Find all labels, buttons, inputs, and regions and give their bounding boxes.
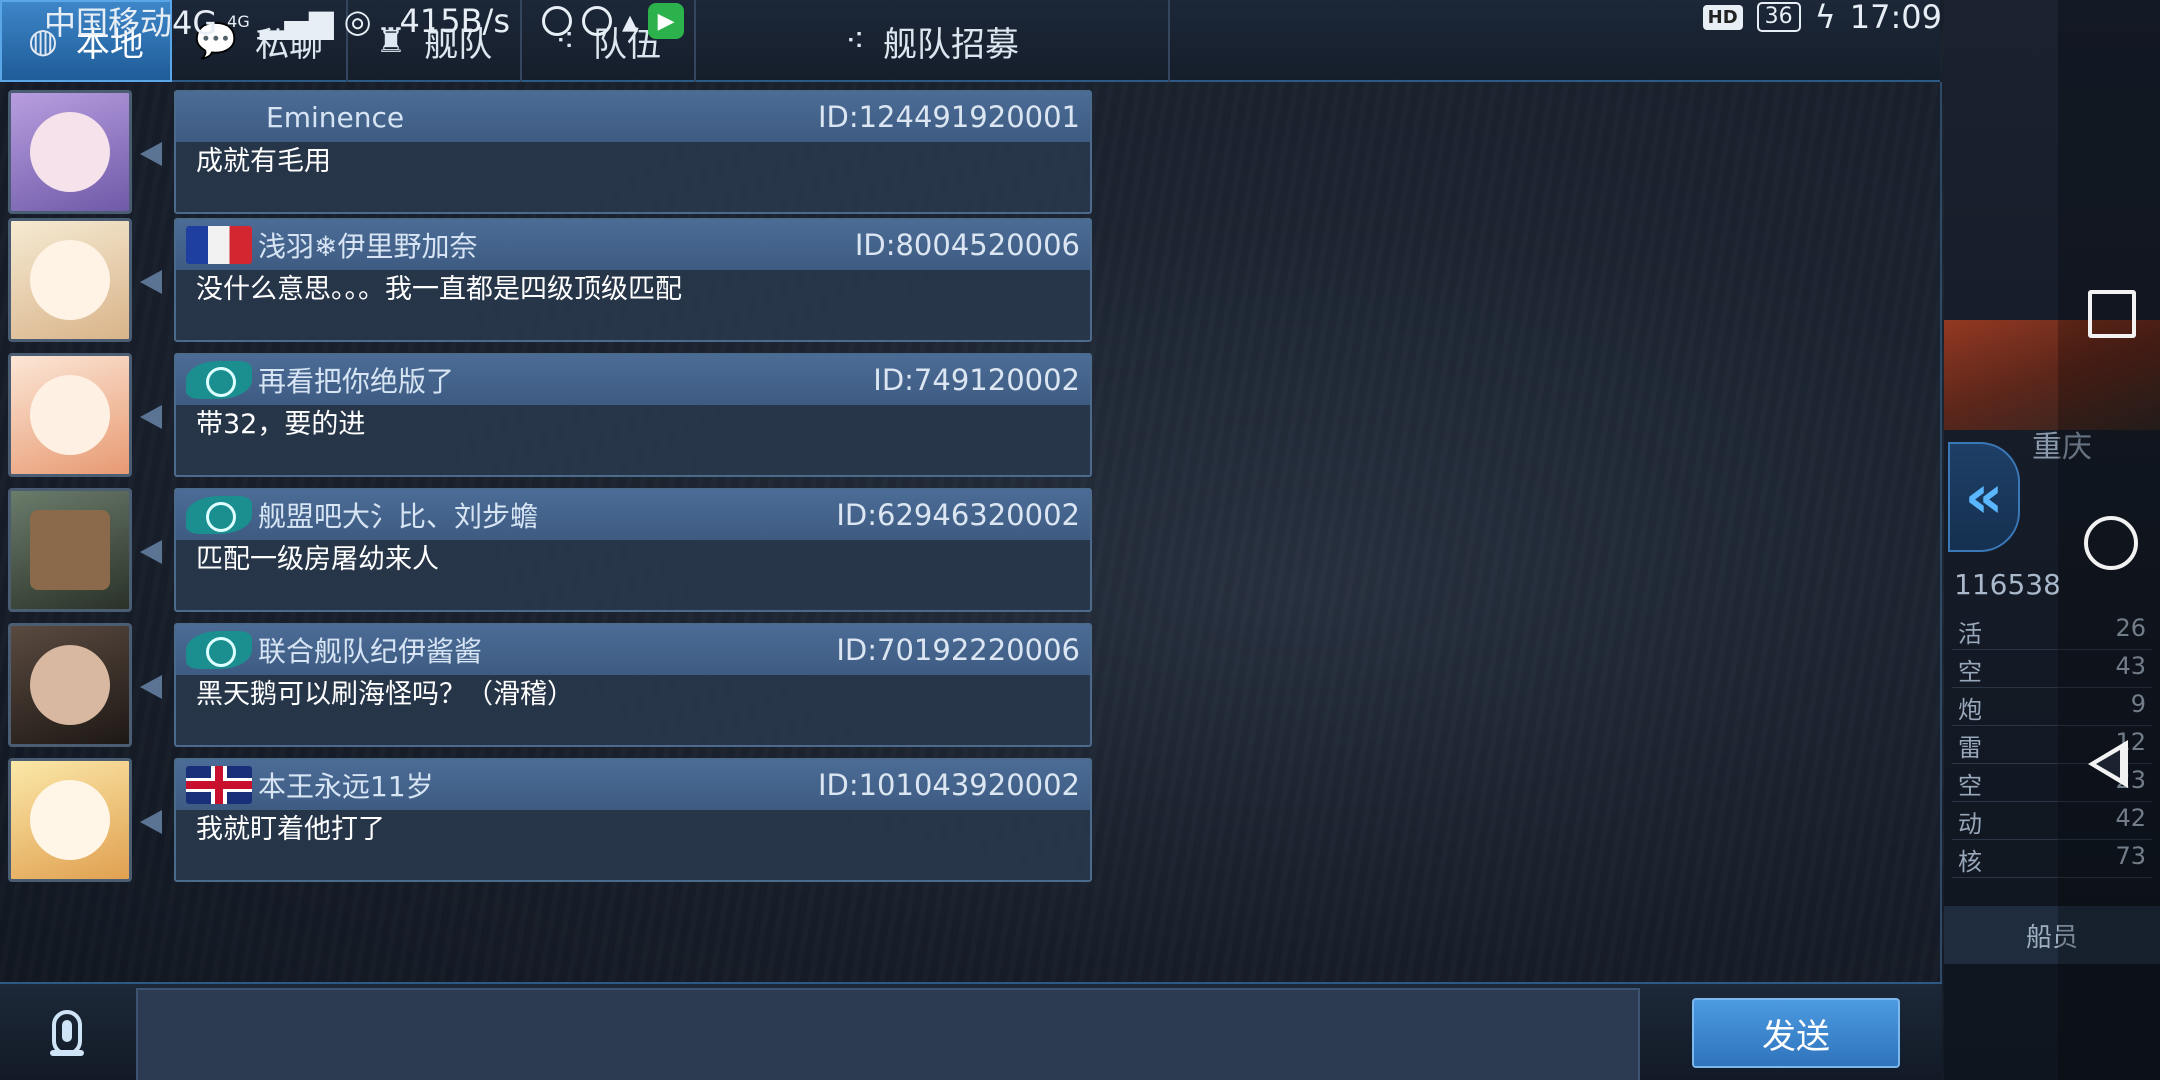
send-button[interactable]: 发送 <box>1692 998 1900 1068</box>
avatar[interactable] <box>8 623 132 747</box>
tab-team[interactable]: ⁖ 队伍 <box>522 0 696 82</box>
team-dots-icon: ⁖ <box>555 21 575 61</box>
sender-name[interactable]: 舰盟吧大氵比、刘步蟾 <box>258 495 836 535</box>
chat-message: 舰盟吧大氵比、刘步蟾 ID:62946320002 匹配一级房屠幼来人 <box>0 488 1100 614</box>
message-text: 我就盯着他打了 <box>196 814 385 845</box>
recent-apps-button[interactable] <box>2080 282 2138 340</box>
sender-name[interactable]: 联合舰队纪伊酱酱 <box>258 630 836 670</box>
microphone-button[interactable] <box>0 984 134 1080</box>
uk-flag-icon <box>186 766 252 804</box>
sender-id: ID:101043920002 <box>817 768 1080 802</box>
sender-id: ID:8004520006 <box>854 228 1080 262</box>
message-bubble: 联合舰队纪伊酱酱 ID:70192220006 黑天鹅可以刷海怪吗？（滑稽） <box>174 623 1092 747</box>
un-flag-icon <box>186 496 252 534</box>
chat-message: 联合舰队纪伊酱酱 ID:70192220006 黑天鹅可以刷海怪吗？（滑稽） <box>0 623 1100 749</box>
message-text: 成就有毛用 <box>196 146 331 177</box>
chat-bubbles-icon: 💬 <box>194 21 238 61</box>
back-button[interactable] <box>2080 738 2138 796</box>
chat-message: Eminence ID:124491920001 成就有毛用 <box>0 90 1100 216</box>
double-chevron-left-icon: « <box>1964 462 2004 532</box>
sender-id: ID:62946320002 <box>836 498 1080 532</box>
chat-message-list[interactable]: Eminence ID:124491920001 成就有毛用 浅羽❄伊里野加奈 … <box>0 82 1942 982</box>
sender-name[interactable]: 浅羽❄伊里野加奈 <box>258 225 855 265</box>
chat-message: 浅羽❄伊里野加奈 ID:8004520006 没什么意思。。。我一直都是四级顶级… <box>0 218 1100 344</box>
no-flag <box>186 98 260 136</box>
chat-input-bar: 发送 <box>0 982 1942 1080</box>
un-flag-icon <box>186 631 252 669</box>
avatar[interactable] <box>8 353 132 477</box>
sender-id: ID:124491920001 <box>817 100 1080 134</box>
message-text: 匹配一级房屠幼来人 <box>196 544 439 575</box>
message-text: 没什么意思。。。我一直都是四级顶级匹配 <box>196 274 682 305</box>
chat-message: 本王永远11岁 ID:101043920002 我就盯着他打了 <box>0 758 1100 884</box>
un-flag-icon <box>186 361 252 399</box>
message-bubble: Eminence ID:124491920001 成就有毛用 <box>174 90 1092 214</box>
tab-fleet[interactable]: ♜ 舰队 <box>348 0 522 82</box>
sender-name[interactable]: 本王永远11岁 <box>258 765 818 805</box>
chat-message: 再看把你绝版了 ID:749120002 带32，要的进 <box>0 353 1100 479</box>
chat-tab-bar: ◍ 本地 💬 私聊 ♜ 舰队 ⁖ 队伍 ⁖ 舰队招募 <box>0 0 1940 82</box>
fleet-helmet-icon: ♜ <box>375 21 407 61</box>
avatar[interactable] <box>8 218 132 342</box>
globe-icon: ◍ <box>28 21 58 61</box>
sender-id: ID:749120002 <box>873 363 1080 397</box>
message-bubble: 再看把你绝版了 ID:749120002 带32，要的进 <box>174 353 1092 477</box>
system-nav-bar <box>2058 0 2160 1080</box>
sender-id: ID:70192220006 <box>836 633 1080 667</box>
team-dots-icon: ⁖ <box>845 21 865 61</box>
sender-name[interactable]: Eminence <box>266 101 818 134</box>
tab-private-chat[interactable]: 💬 私聊 <box>172 0 348 82</box>
message-text: 黑天鹅可以刷海怪吗？（滑稽） <box>196 679 574 710</box>
tab-local[interactable]: ◍ 本地 <box>0 0 172 82</box>
message-bubble: 本王永远11岁 ID:101043920002 我就盯着他打了 <box>174 758 1092 882</box>
tab-fleet-recruit[interactable]: ⁖ 舰队招募 <box>696 0 1170 82</box>
message-text: 带32，要的进 <box>196 409 366 440</box>
message-bubble: 浅羽❄伊里野加奈 ID:8004520006 没什么意思。。。我一直都是四级顶级… <box>174 218 1092 342</box>
player-number: 116538 <box>1954 568 2061 601</box>
chat-message-input[interactable] <box>136 988 1640 1080</box>
avatar[interactable] <box>8 758 132 882</box>
home-button[interactable] <box>2080 512 2138 570</box>
sender-name[interactable]: 再看把你绝版了 <box>258 360 873 400</box>
message-bubble: 舰盟吧大氵比、刘步蟾 ID:62946320002 匹配一级房屠幼来人 <box>174 488 1092 612</box>
avatar[interactable] <box>8 488 132 612</box>
collapse-chat-button[interactable]: « <box>1948 442 2020 552</box>
avatar[interactable] <box>8 90 132 214</box>
france-flag-icon <box>186 226 252 264</box>
